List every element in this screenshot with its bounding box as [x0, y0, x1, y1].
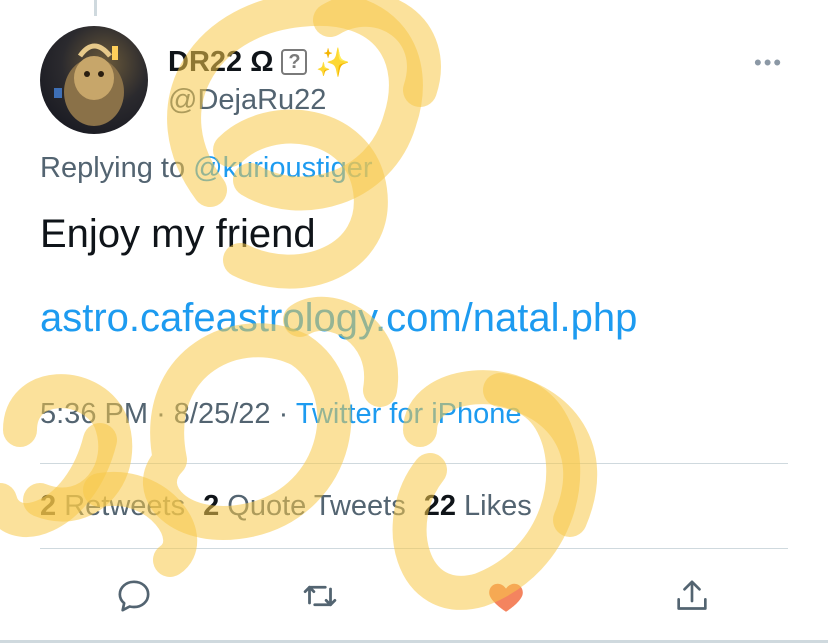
heart-icon: [489, 583, 523, 612]
likes-count: 22: [423, 490, 456, 522]
reply-mention-link[interactable]: @kurioustiger: [193, 152, 372, 184]
replying-to-line: Replying to @kurioustiger: [40, 152, 373, 185]
sparkles-icon: ✨: [315, 46, 351, 78]
tweet-date[interactable]: 8/25/22: [174, 398, 271, 430]
retweets-label: Retweets: [64, 490, 186, 522]
share-button[interactable]: [670, 574, 714, 618]
retweets-stat[interactable]: 2 Retweets: [40, 490, 185, 523]
user-name-row[interactable]: DR22 Ω ? ✨: [168, 40, 350, 84]
divider: [40, 548, 788, 549]
user-handle[interactable]: @DejaRu22: [168, 84, 326, 117]
tweet-link[interactable]: astro.cafeastrology.com/natal.php: [40, 296, 637, 341]
speech-bubble-icon: [118, 580, 150, 612]
quote-tweets-label: Quote Tweets: [227, 490, 406, 522]
retweet-button[interactable]: [298, 574, 342, 618]
avatar[interactable]: [40, 26, 148, 134]
reply-button[interactable]: [112, 574, 156, 618]
meta-separator: ·: [278, 398, 289, 430]
likes-stat[interactable]: 22 Likes: [424, 490, 532, 523]
quote-tweets-stat[interactable]: 2 Quote Tweets: [203, 490, 406, 523]
tweet-meta: 5:36 PM · 8/25/22 · Twitter for iPhone: [40, 398, 522, 431]
retweets-count: 2: [40, 490, 57, 522]
like-button[interactable]: [484, 574, 528, 618]
quote-tweets-count: 2: [203, 490, 220, 522]
divider: [40, 463, 788, 464]
share-upload-icon: [677, 580, 707, 610]
action-bar: [0, 574, 828, 618]
more-options-icon[interactable]: •••: [754, 50, 783, 76]
replying-to-prefix: Replying to: [40, 152, 194, 184]
likes-label: Likes: [464, 490, 532, 522]
display-name[interactable]: DR22 Ω: [168, 46, 273, 79]
retweet-arrows-icon: [303, 585, 337, 607]
unknown-glyph-icon: ?: [281, 49, 308, 75]
engagement-stats: 2 Retweets 2 Quote Tweets 22 Likes: [40, 490, 532, 523]
meta-separator: ·: [156, 398, 166, 430]
tweet-text: Enjoy my friend: [40, 212, 316, 256]
tweet-source-link[interactable]: Twitter for iPhone: [296, 398, 522, 430]
thread-connector-line: [94, 0, 97, 16]
tweet-time[interactable]: 5:36 PM: [40, 398, 148, 430]
